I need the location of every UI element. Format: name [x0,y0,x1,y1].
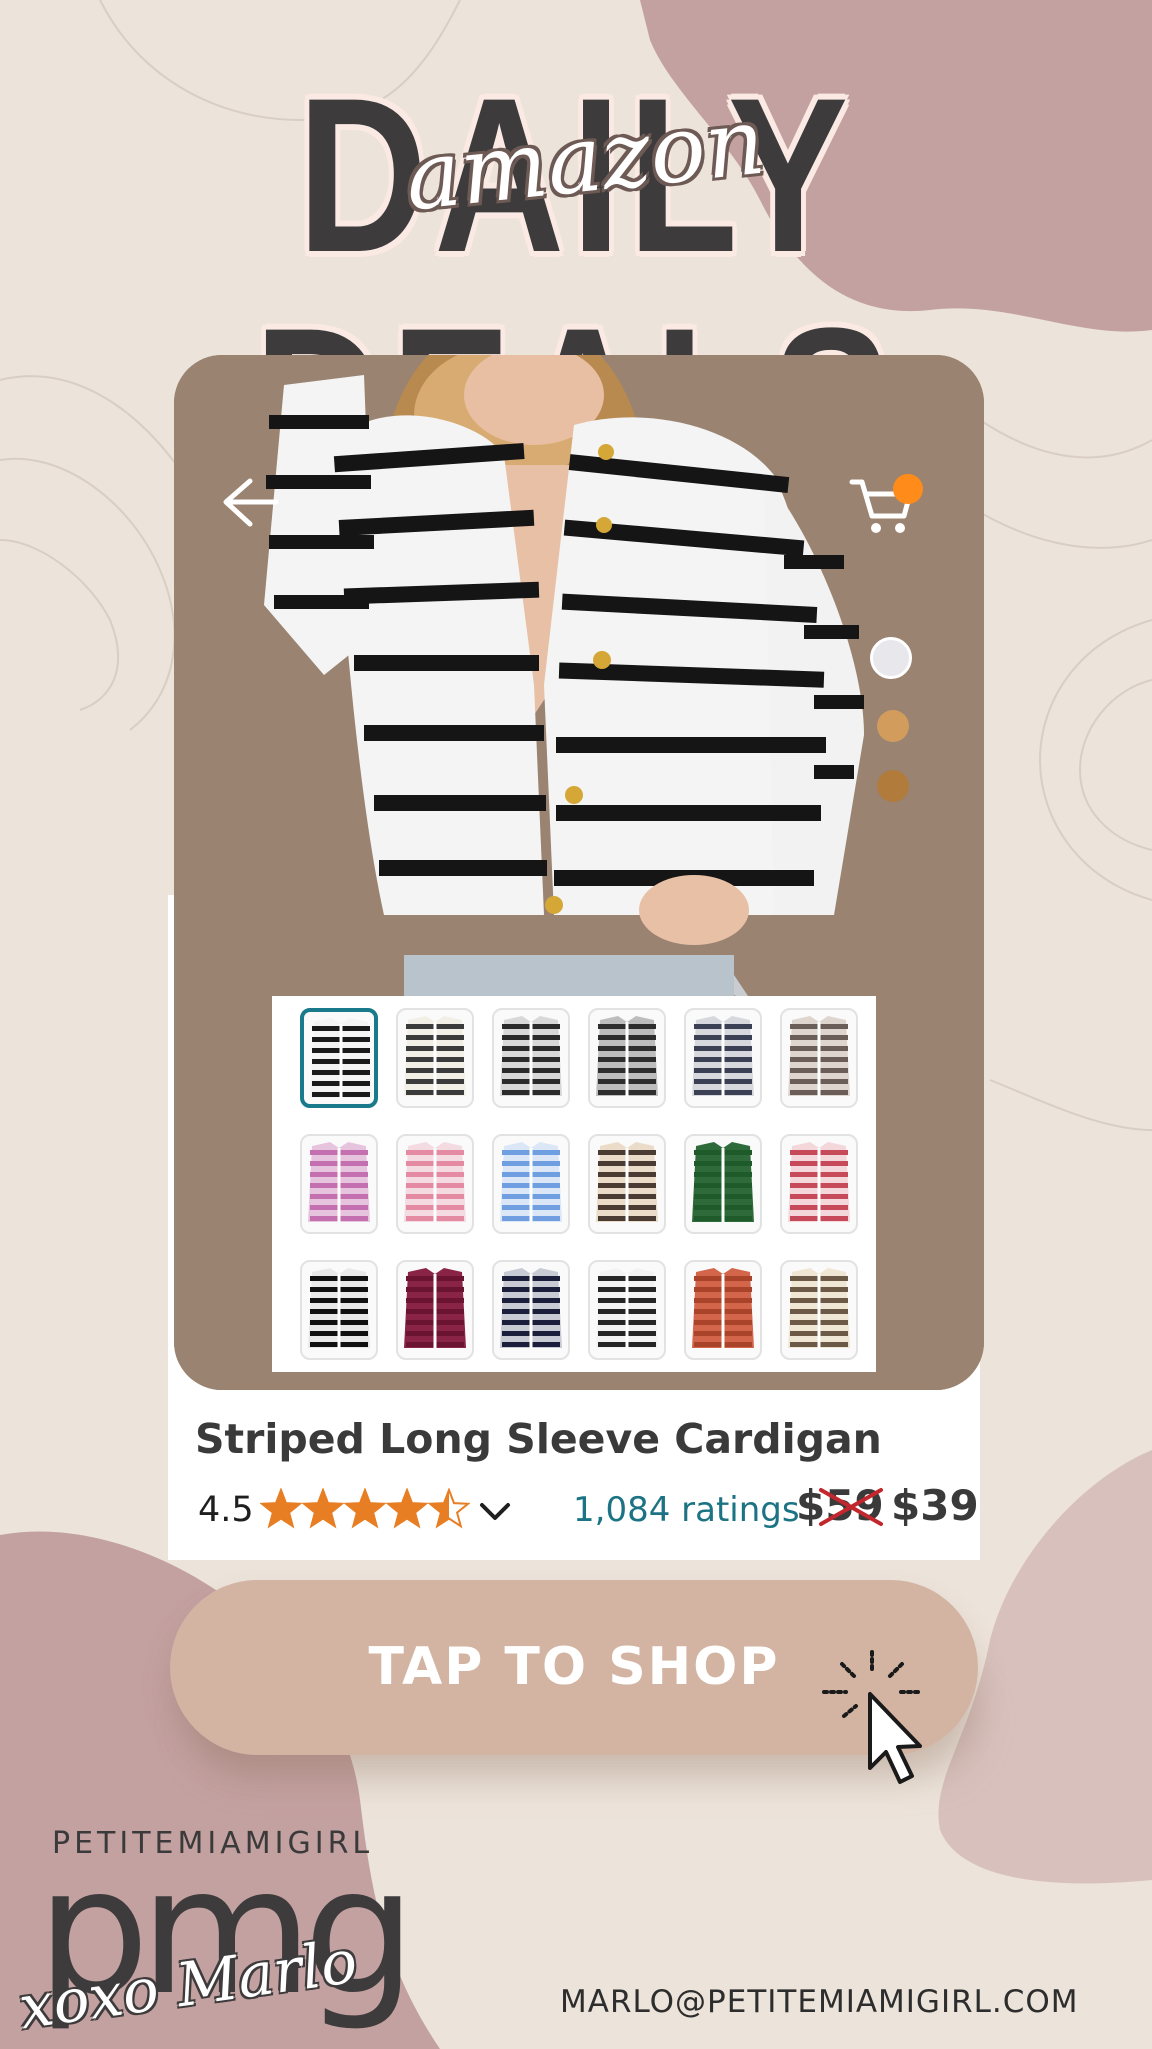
variant-thumbnail[interactable] [396,1260,474,1360]
cart-badge [893,474,923,504]
variant-thumbnail[interactable] [492,1008,570,1108]
color-swatch-tan[interactable] [877,710,909,742]
variant-thumbnail[interactable] [684,1134,762,1234]
variant-thumbnail[interactable] [780,1260,858,1360]
variant-thumbnail[interactable] [396,1134,474,1234]
star-rating[interactable] [260,1488,470,1532]
star-icon [343,1488,387,1529]
ratings-count-link[interactable]: 1,084 ratings [573,1488,800,1532]
color-swatch-brown[interactable] [877,770,909,802]
price-sale: $39 [891,1481,979,1530]
variant-thumbnail[interactable] [300,1134,378,1234]
variant-thumbnail[interactable] [492,1134,570,1234]
variant-thumbnail[interactable] [780,1134,858,1234]
variant-thumbnail[interactable] [684,1260,762,1360]
variant-thumbnail[interactable] [588,1008,666,1108]
variant-thumbnail[interactable] [588,1134,666,1234]
variant-thumbnail[interactable] [780,1008,858,1108]
variant-thumbnail[interactable] [300,1008,378,1108]
price-strikethrough [819,1488,883,1526]
variant-thumbnail[interactable] [396,1008,474,1108]
product-title: Striped Long Sleeve Cardigan [195,1415,882,1463]
variant-thumbnail[interactable] [684,1008,762,1108]
variant-thumbnail[interactable] [492,1260,570,1360]
star-icon [260,1488,303,1529]
color-swatch-white[interactable] [870,637,912,679]
star-icon [385,1488,429,1529]
variant-thumbnail[interactable] [588,1260,666,1360]
variant-thumbnail[interactable] [300,1260,378,1360]
back-arrow-icon[interactable] [220,475,280,530]
star-icon [427,1488,470,1529]
chevron-down-icon[interactable] [478,1500,512,1524]
contact-email[interactable]: MARLO@PETITEMIAMIGIRL.COM [560,1982,1079,2022]
rating-value: 4.5 [198,1490,254,1530]
cursor-click-icon [822,1650,922,1784]
star-icon [301,1488,345,1529]
